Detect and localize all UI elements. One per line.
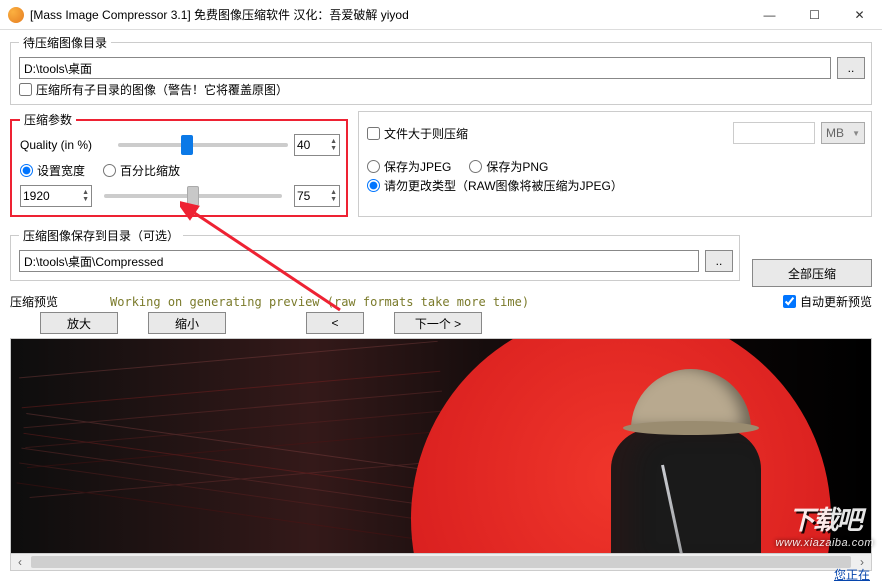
width-spinner[interactable]: 1920 ▲▼ [20, 185, 92, 207]
preview-status: Working on generating preview (raw forma… [110, 295, 529, 309]
radio-jpeg[interactable] [367, 160, 380, 173]
radio-keep[interactable] [367, 179, 380, 192]
preview-legend: 压缩预览 [10, 293, 58, 310]
width-value: 1920 [23, 189, 50, 203]
next-image-button[interactable]: 下一个 > [394, 312, 482, 334]
watermark-logo: 下载吧 [789, 500, 861, 537]
size-unit-select[interactable]: MB ▼ [821, 122, 865, 144]
params-legend: 压缩参数 [20, 111, 76, 128]
horizontal-scrollbar[interactable]: ‹ › [10, 553, 872, 571]
size-filter-label: 文件大于则压缩 [384, 125, 468, 142]
browse-output-button[interactable]: .. [705, 250, 733, 272]
radio-png-label: 保存为PNG [486, 158, 548, 175]
zoom-out-button[interactable]: 缩小 [148, 312, 226, 334]
size-filter-row[interactable]: 文件大于则压缩 [367, 125, 468, 142]
auto-update-row[interactable]: 自动更新预览 [783, 293, 872, 310]
watermark: 下载吧 www.xiazaiba.com [776, 500, 874, 549]
radio-set-width-label: 设置宽度 [37, 162, 85, 179]
prev-image-button[interactable]: < [306, 312, 364, 334]
radio-keep-row[interactable]: 请勿更改类型（RAW图像将被压缩为JPEG） [367, 177, 623, 194]
compress-all-button[interactable]: 全部压缩 [752, 259, 872, 287]
maximize-button[interactable]: ☐ [792, 0, 837, 30]
output-dir-group: 压缩图像保存到目录（可选） .. [10, 227, 740, 281]
quality-value: 40 [297, 138, 310, 152]
auto-update-checkbox[interactable] [783, 295, 796, 308]
close-button[interactable]: ✕ [837, 0, 882, 30]
scroll-left-button[interactable]: ‹ [11, 554, 29, 570]
output-dir-legend: 压缩图像保存到目录（可选） [19, 227, 183, 244]
percent-spinner[interactable]: 75 ▲▼ [294, 185, 340, 207]
radio-jpeg-row[interactable]: 保存为JPEG [367, 158, 451, 175]
percent-value: 75 [297, 189, 310, 203]
minimize-button[interactable]: — [747, 0, 792, 30]
source-dir-legend: 待压缩图像目录 [19, 34, 111, 51]
compress-params-group: 压缩参数 Quality (in %) 40 ▲▼ 设置宽度 百分比缩放 [10, 111, 348, 217]
radio-keep-label: 请勿更改类型（RAW图像将被压缩为JPEG） [384, 177, 623, 194]
preview-group: 压缩预览 Working on generating preview (raw … [10, 291, 872, 570]
size-filter-checkbox[interactable] [367, 127, 380, 140]
radio-png[interactable] [469, 160, 482, 173]
radio-percent-label: 百分比缩放 [120, 162, 180, 179]
radio-jpeg-label: 保存为JPEG [384, 158, 451, 175]
scrollbar-thumb[interactable] [31, 556, 851, 568]
size-filter-input [733, 122, 815, 144]
browse-source-button[interactable]: .. [837, 57, 865, 79]
watermark-url: www.xiazaiba.com [776, 537, 874, 549]
spinner-arrows-icon[interactable]: ▲▼ [330, 189, 337, 203]
spinner-arrows-icon[interactable]: ▲▼ [82, 189, 89, 203]
quality-slider[interactable] [118, 143, 288, 147]
footer-link[interactable]: 您正在 [834, 566, 870, 583]
subdirs-checkbox-row[interactable]: 压缩所有子目录的图像（警告！它将覆盖原图） [19, 81, 865, 98]
subdirs-label: 压缩所有子目录的图像（警告！它将覆盖原图） [36, 81, 288, 98]
percent-slider[interactable] [104, 194, 282, 198]
size-unit-label: MB [826, 126, 844, 140]
radio-percent-scale[interactable] [103, 164, 116, 177]
quality-label: Quality (in %) [20, 138, 112, 152]
quality-spinner[interactable]: 40 ▲▼ [294, 134, 340, 156]
source-dir-group: 待压缩图像目录 .. 压缩所有子目录的图像（警告！它将覆盖原图） [10, 34, 872, 105]
spinner-arrows-icon[interactable]: ▲▼ [330, 138, 337, 152]
radio-percent-row[interactable]: 百分比缩放 [103, 162, 180, 179]
output-options-group: 文件大于则压缩 MB ▼ 保存为JPEG 保存为PNG [358, 111, 872, 217]
output-path-input[interactable] [19, 250, 699, 272]
app-icon [8, 7, 24, 23]
source-path-input[interactable] [19, 57, 831, 79]
preview-image [10, 338, 872, 570]
radio-png-row[interactable]: 保存为PNG [469, 158, 548, 175]
window-title: [Mass Image Compressor 3.1] 免费图像压缩软件 汉化：… [30, 6, 747, 23]
subdirs-checkbox[interactable] [19, 83, 32, 96]
radio-set-width[interactable] [20, 164, 33, 177]
radio-set-width-row[interactable]: 设置宽度 [20, 162, 85, 179]
zoom-in-button[interactable]: 放大 [40, 312, 118, 334]
chevron-down-icon: ▼ [852, 129, 860, 138]
auto-update-label: 自动更新预览 [800, 293, 872, 310]
